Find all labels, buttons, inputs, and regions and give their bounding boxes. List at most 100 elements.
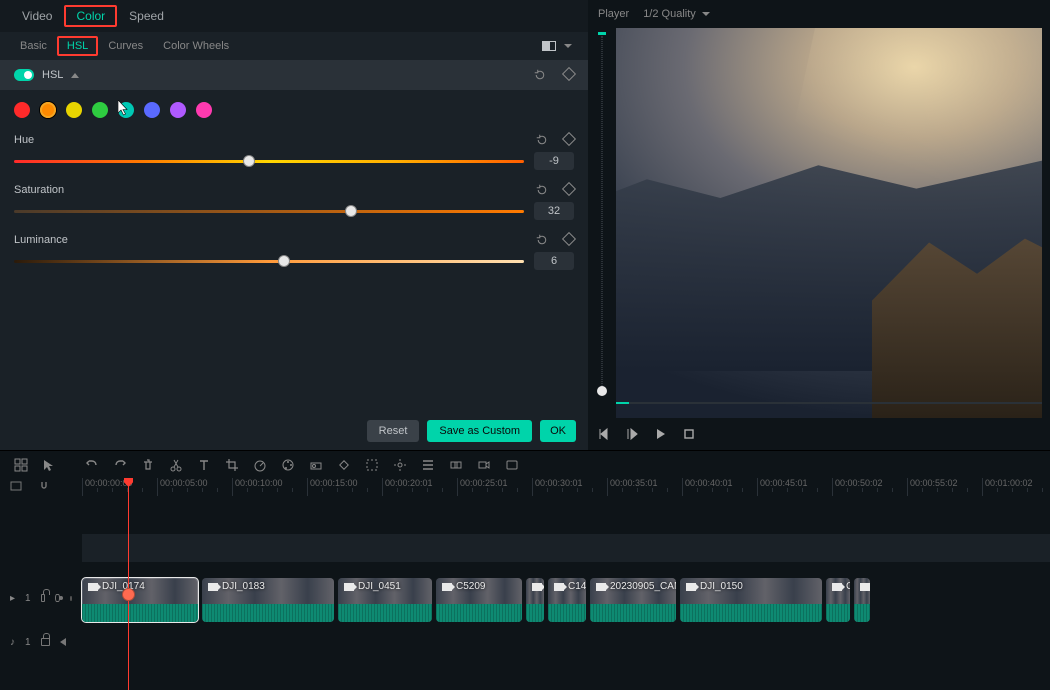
hsl-section-header[interactable]: HSL <box>0 60 588 90</box>
clip-0[interactable]: DJI_0174 <box>82 578 198 622</box>
list-icon[interactable] <box>421 458 435 472</box>
saturation-value[interactable]: 32 <box>534 202 574 220</box>
mute-dot-icon[interactable] <box>70 596 72 601</box>
subtab-hsl[interactable]: HSL <box>57 36 98 56</box>
clip-4[interactable]: C <box>526 578 544 622</box>
luminance-slider-handle[interactable] <box>278 255 290 267</box>
marker-icon[interactable] <box>393 458 407 472</box>
player-progress[interactable] <box>616 402 1042 404</box>
prev-frame-icon[interactable] <box>598 427 612 441</box>
timeline-ruler[interactable]: 00:00:00:0000:00:05:0000:00:10:0000:00:1… <box>82 478 1050 496</box>
video-track-1[interactable]: DJI_0174DJI_0183 DJI_0451 C5209 C C143202309… <box>82 578 1050 622</box>
clip-7[interactable]: DJI_0150 <box>680 578 822 622</box>
tracks-area[interactable]: 00:00:00:0000:00:05:0000:00:10:0000:00:1… <box>82 478 1050 690</box>
swatch-4[interactable] <box>118 102 134 118</box>
undo-icon[interactable] <box>85 458 99 472</box>
crop-icon[interactable] <box>225 458 239 472</box>
ruler-tick: 00:00:30:01 <box>532 478 583 496</box>
player-progress-fill <box>616 402 629 404</box>
clip-label: C <box>532 581 544 592</box>
swatch-1[interactable] <box>40 102 56 118</box>
video-track-1-header[interactable]: ▸ 1 <box>0 574 82 622</box>
audio-track-1-header[interactable]: ♪ 1 <box>0 622 82 662</box>
playhead-grip-icon[interactable] <box>122 588 135 601</box>
subtab-curves[interactable]: Curves <box>98 36 153 56</box>
clip-2[interactable]: DJI_0451 <box>338 578 432 622</box>
clip-label: C <box>860 581 870 592</box>
luminance-slider[interactable] <box>14 260 524 263</box>
more-icon[interactable] <box>505 458 519 472</box>
text-icon[interactable] <box>197 458 211 472</box>
swatch-5[interactable] <box>144 102 160 118</box>
reset-button[interactable]: Reset <box>367 420 420 442</box>
split-icon[interactable] <box>169 458 183 472</box>
zoom-handle[interactable] <box>597 386 607 396</box>
play-rev-icon[interactable] <box>626 427 640 441</box>
swatch-3[interactable] <box>92 102 108 118</box>
hue-reset-icon[interactable] <box>536 134 548 146</box>
tool-select-icon[interactable] <box>14 458 28 472</box>
swatch-2[interactable] <box>66 102 82 118</box>
clip-label: DJI_0451 <box>344 581 401 592</box>
luminance-keyframe-icon[interactable] <box>562 232 576 246</box>
stop-icon[interactable] <box>682 427 696 441</box>
hue-slider-handle[interactable] <box>243 155 255 167</box>
speaker-icon[interactable] <box>60 638 66 646</box>
player-quality-dropdown[interactable]: 1/2 Quality <box>643 8 710 20</box>
clip-3[interactable]: C5209 <box>436 578 522 622</box>
saturation-slider-handle[interactable] <box>345 205 357 217</box>
section-reset-icon[interactable] <box>534 69 546 81</box>
play-icon[interactable] <box>654 427 668 441</box>
tool-cursor-icon[interactable] <box>42 458 56 472</box>
clip-6[interactable]: 20230905_CAM_A <box>590 578 676 622</box>
lock-icon[interactable] <box>41 594 45 602</box>
swatch-6[interactable] <box>170 102 186 118</box>
clip-1[interactable]: DJI_0183 <box>202 578 334 622</box>
speed-icon[interactable] <box>253 458 267 472</box>
player-zoom-rail[interactable] <box>588 28 616 418</box>
hue-value[interactable]: -9 <box>534 152 574 170</box>
video-icon <box>686 583 696 591</box>
color-icon[interactable] <box>281 458 295 472</box>
video-icon <box>88 583 98 591</box>
player-preview[interactable] <box>616 28 1042 418</box>
tab-video[interactable]: Video <box>10 5 64 27</box>
collapse-icon[interactable] <box>71 73 79 78</box>
clip-label: DJI_0150 <box>686 581 743 592</box>
swatch-0[interactable] <box>14 102 30 118</box>
group-icon[interactable] <box>449 458 463 472</box>
keyframe-tool-icon[interactable] <box>337 458 351 472</box>
hue-slider[interactable] <box>14 160 524 163</box>
clip-9[interactable]: C <box>854 578 870 622</box>
subtab-color-wheels[interactable]: Color Wheels <box>153 36 239 56</box>
ok-button[interactable]: OK <box>540 420 576 442</box>
subtab-basic[interactable]: Basic <box>10 36 57 56</box>
eye-icon[interactable] <box>55 594 60 602</box>
luminance-reset-icon[interactable] <box>536 234 548 246</box>
clip-8[interactable]: C7 <box>826 578 850 622</box>
swatch-7[interactable] <box>196 102 212 118</box>
thumbnail-mode-icon[interactable] <box>10 480 24 494</box>
saturation-reset-icon[interactable] <box>536 184 548 196</box>
luminance-value[interactable]: 6 <box>534 252 574 270</box>
delete-icon[interactable] <box>141 458 155 472</box>
record-icon[interactable] <box>477 458 491 472</box>
saturation-slider[interactable] <box>14 210 524 213</box>
saturation-keyframe-icon[interactable] <box>562 182 576 196</box>
video-icon <box>860 583 870 591</box>
compare-menu-chevron-icon[interactable] <box>564 44 572 48</box>
lock-icon[interactable] <box>41 638 50 646</box>
section-keyframe-icon[interactable] <box>562 67 576 81</box>
clip-5[interactable]: C143 <box>548 578 586 622</box>
hsl-toggle[interactable] <box>14 69 34 81</box>
hue-keyframe-icon[interactable] <box>562 132 576 146</box>
playhead[interactable] <box>128 478 129 690</box>
compare-view-icon[interactable] <box>542 41 556 51</box>
redo-icon[interactable] <box>113 458 127 472</box>
track-icon[interactable] <box>365 458 379 472</box>
tab-speed[interactable]: Speed <box>117 5 176 27</box>
mask-icon[interactable] <box>309 458 323 472</box>
save-as-custom-button[interactable]: Save as Custom <box>427 420 532 442</box>
tab-color[interactable]: Color <box>64 5 117 27</box>
snap-icon[interactable] <box>38 480 52 494</box>
